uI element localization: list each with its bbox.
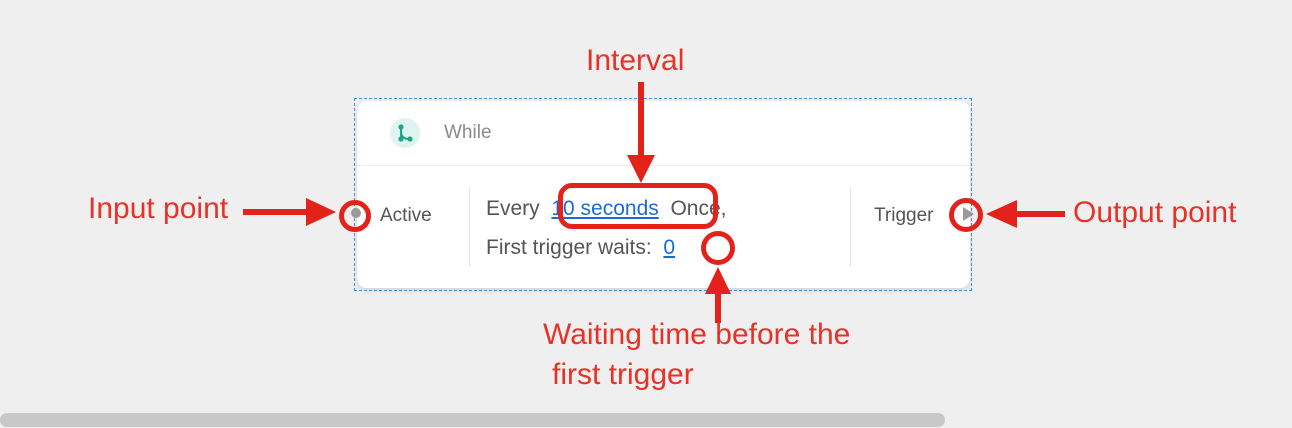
annotation-input-point: Input point: [88, 192, 229, 225]
annotation-output-point: Output point: [1073, 196, 1237, 229]
horizontal-scrollbar[interactable]: [0, 413, 945, 427]
annotation-interval: Interval: [586, 44, 685, 77]
annotation-wait-line2: first trigger: [552, 358, 694, 391]
annotation-wait-line1: Waiting time before the: [543, 318, 851, 351]
